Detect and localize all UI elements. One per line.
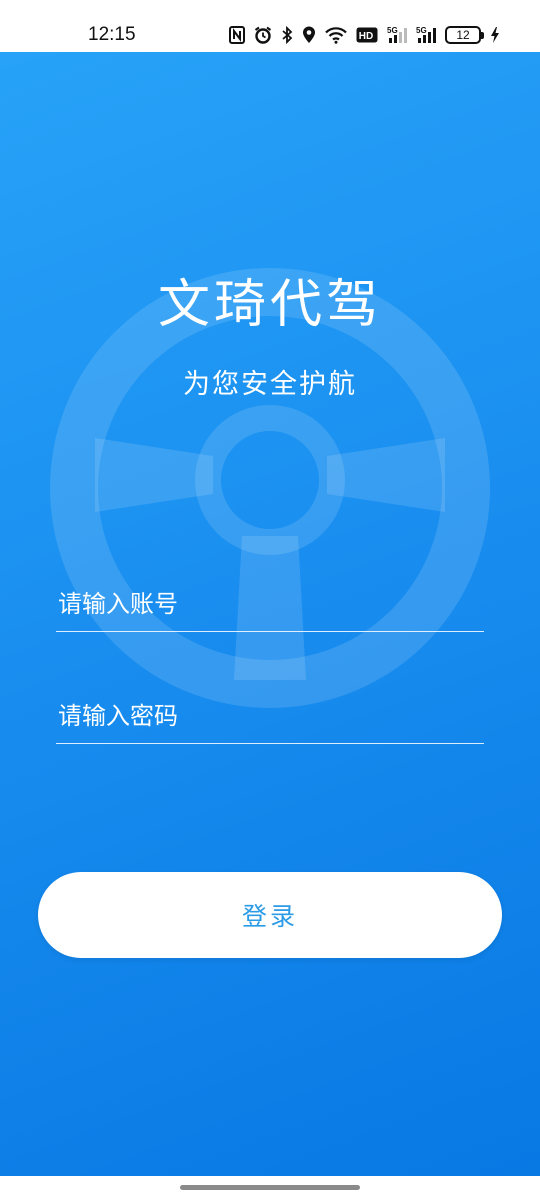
hd-icon: HD [356, 27, 378, 43]
bluetooth-icon [281, 26, 293, 44]
charging-icon [490, 26, 500, 44]
password-field [56, 688, 484, 744]
login-screen: 文琦代驾 为您安全护航 登录 [0, 52, 540, 1176]
status-time: 12:15 [88, 24, 136, 45]
wifi-icon [325, 26, 347, 44]
password-input[interactable] [56, 688, 484, 743]
location-icon [302, 26, 316, 44]
app-title: 文琦代驾 [157, 275, 382, 335]
signal-5g-icon: 5G [387, 26, 407, 44]
navigation-bar [0, 1176, 540, 1200]
status-bar: 12:15 HD 5G 5G 12 [0, 0, 540, 52]
account-input[interactable] [56, 576, 484, 631]
app-subtitle: 为您安全护航 [183, 369, 357, 400]
home-indicator[interactable] [180, 1185, 360, 1190]
alarm-icon [254, 26, 272, 44]
svg-text:5G: 5G [387, 26, 398, 35]
account-field [56, 576, 484, 632]
status-icons: HD 5G 5G 12 [229, 23, 500, 47]
nfc-icon [229, 26, 245, 44]
battery-icon: 12 [445, 26, 484, 44]
login-button[interactable]: 登录 [38, 872, 502, 958]
svg-text:5G: 5G [416, 26, 427, 35]
svg-text:HD: HD [359, 31, 373, 42]
signal-5g-icon: 5G [416, 26, 436, 44]
